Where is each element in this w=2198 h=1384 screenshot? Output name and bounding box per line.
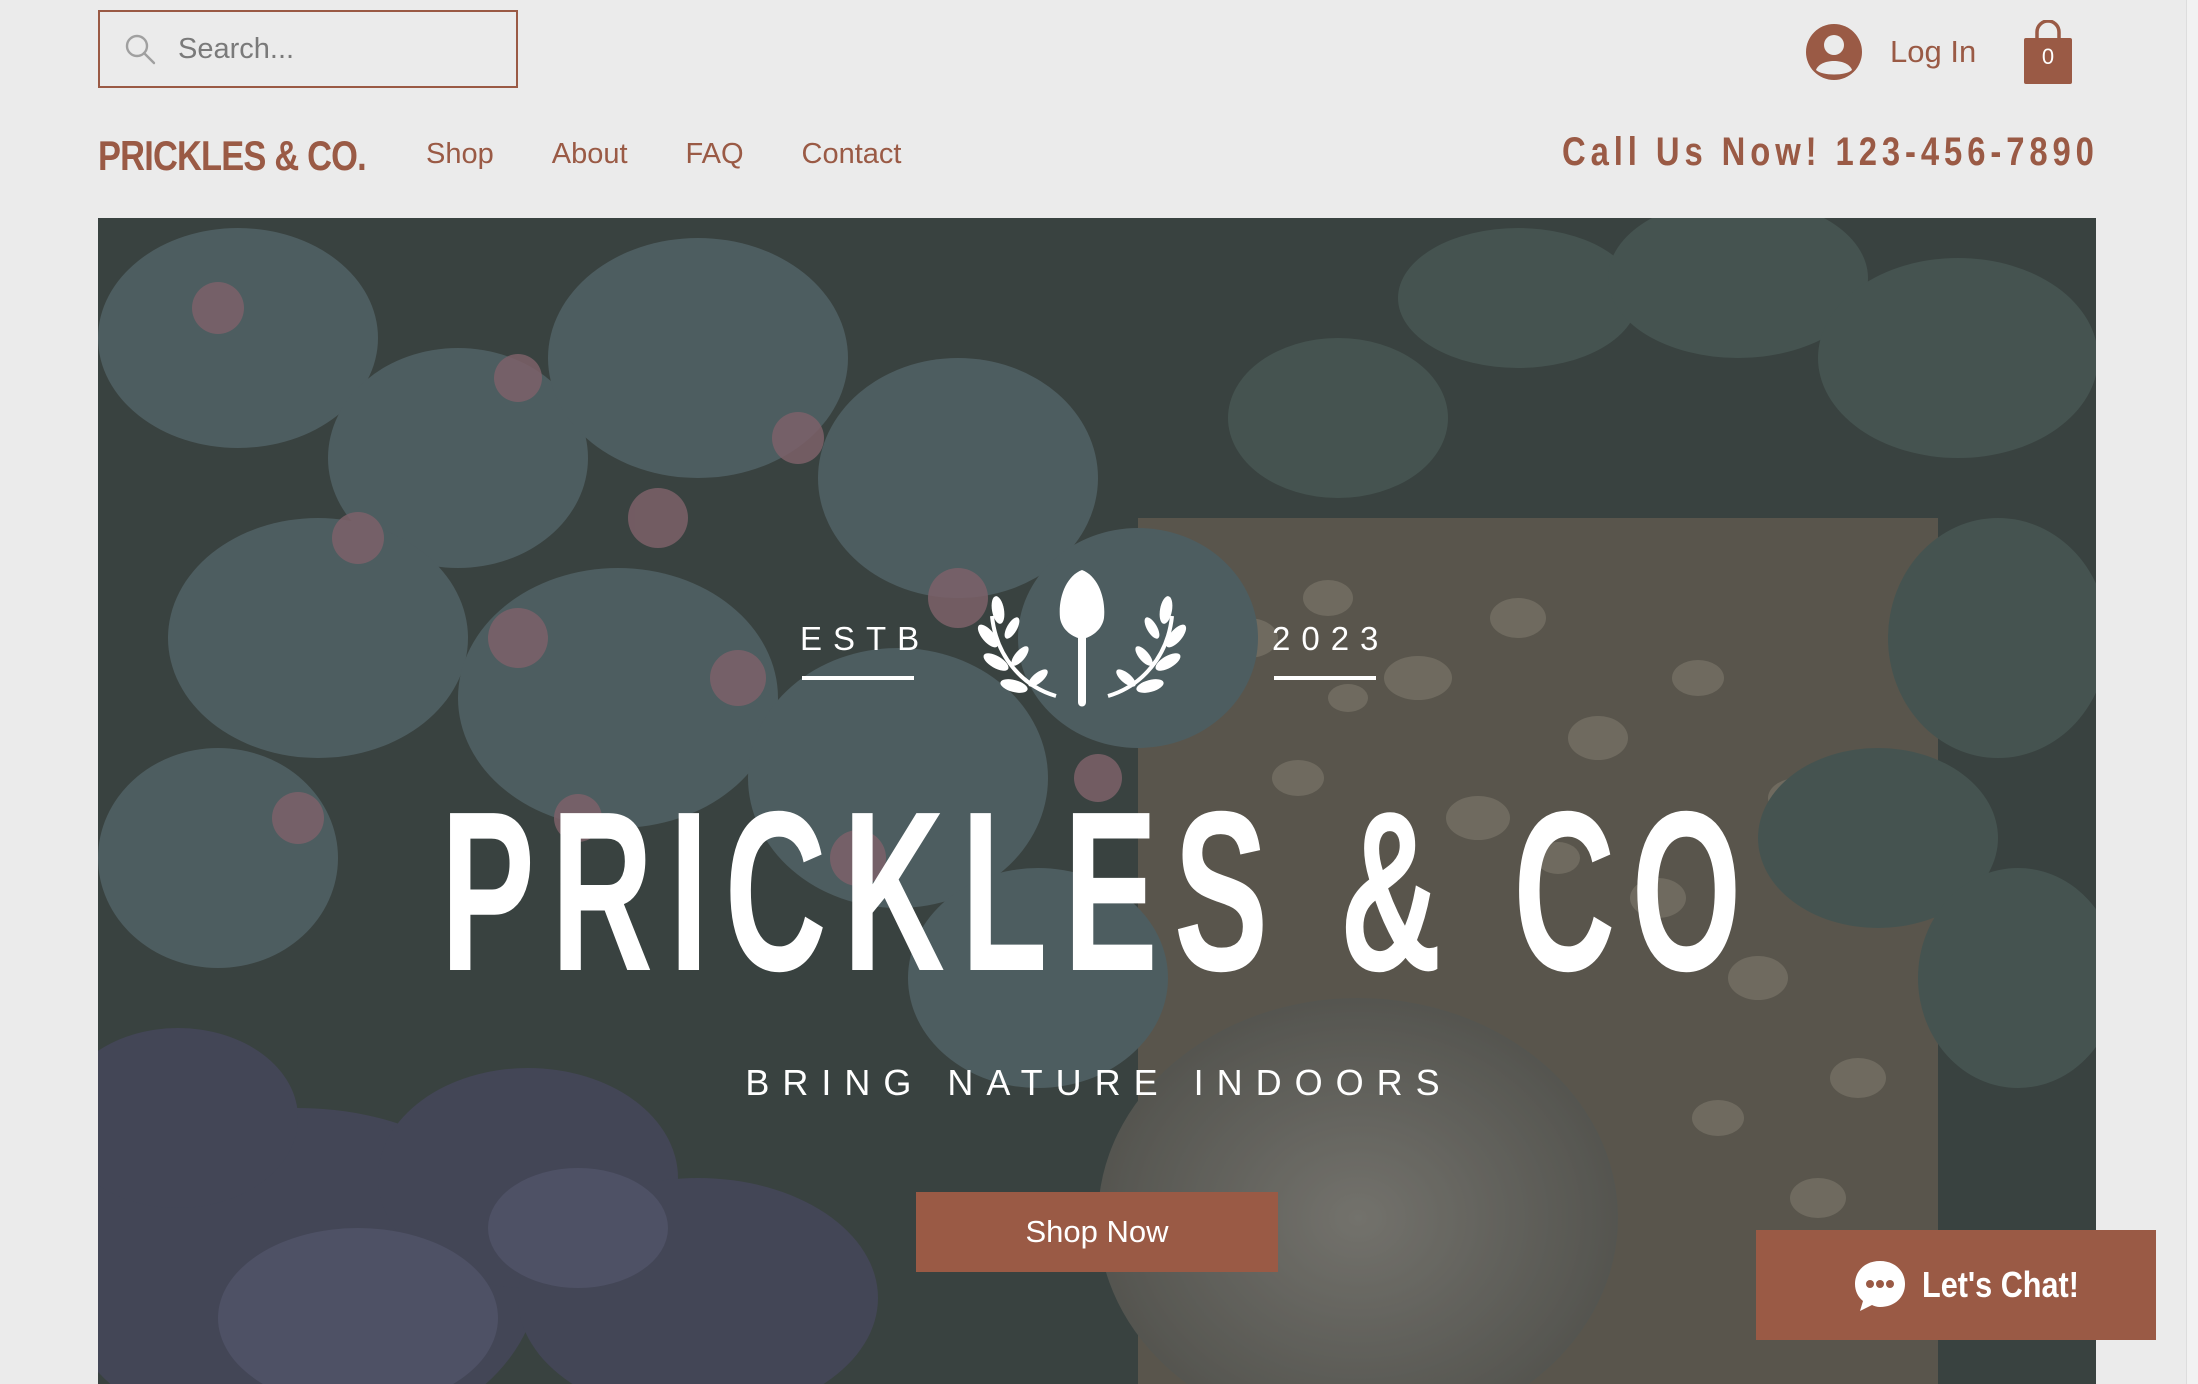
nav-faq[interactable]: FAQ	[686, 138, 744, 171]
chat-widget-button[interactable]: Let's Chat!	[1756, 1230, 2156, 1340]
search-icon	[125, 34, 156, 65]
hero-title: PRICKLES & CO	[0, 778, 2198, 1006]
hero-tagline: BRING NATURE INDOORS	[745, 1062, 1453, 1103]
phone-callout: Call Us Now! 123-456-7890	[1562, 130, 2099, 174]
hero-title-text: PRICKLES & CO	[440, 765, 1758, 1019]
year-label: 2023	[1272, 620, 1390, 657]
user-avatar-icon	[1806, 24, 1862, 80]
cart-button[interactable]: 0	[2022, 19, 2074, 86]
brand-logo[interactable]: PRICKLES & CO.	[98, 132, 367, 180]
login-label: Log In	[1890, 34, 1977, 69]
page-scrollbar[interactable]	[2186, 0, 2198, 1384]
chat-bubble-icon	[1855, 1261, 1905, 1311]
nav-shop[interactable]: Shop	[426, 138, 494, 171]
search-input[interactable]	[176, 31, 500, 67]
login-button[interactable]: Log In	[1806, 24, 1976, 80]
shovel-laurel-emblem	[977, 570, 1187, 707]
chat-label: Let's Chat!	[1922, 1264, 2079, 1305]
cart-count: 0	[2041, 44, 2055, 69]
year-underline	[1274, 676, 1376, 680]
search-box[interactable]	[98, 10, 518, 88]
main-nav: Shop About FAQ Contact	[426, 138, 960, 171]
nav-about[interactable]: About	[552, 138, 628, 171]
estb-label: ESTB	[800, 620, 931, 657]
shop-now-button[interactable]: Shop Now	[916, 1192, 1278, 1272]
nav-contact[interactable]: Contact	[802, 138, 902, 171]
estb-underline	[802, 676, 914, 680]
